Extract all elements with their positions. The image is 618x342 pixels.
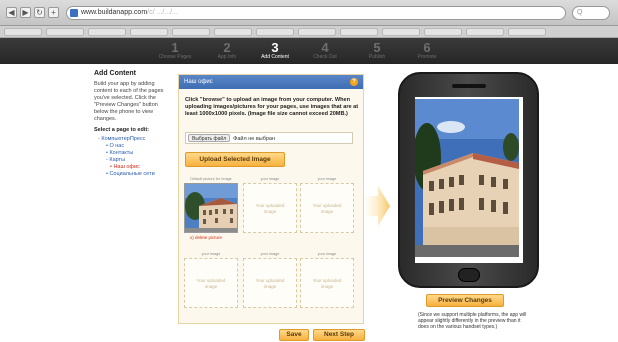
upload-selected-image-button[interactable]: Upload Selected Image [185, 152, 285, 167]
image-slot-placeholder: Your uploaded image [312, 203, 342, 214]
add-bookmark-button[interactable]: + [48, 7, 59, 18]
current-image-caption: Default picture for Image [190, 177, 232, 181]
step-label: App Info [217, 54, 237, 60]
preview-changes-button[interactable]: Preview Changes [426, 294, 504, 307]
phone-screen [415, 97, 523, 263]
image-slot[interactable]: Your uploaded image [300, 183, 354, 233]
phone-home-button [458, 268, 480, 282]
page-tree-item[interactable]: - Карты [94, 157, 172, 164]
save-button[interactable]: Save [279, 329, 309, 341]
image-slot-placeholder: Your uploaded image [255, 203, 285, 214]
bookmark-item[interactable] [130, 28, 168, 36]
page-tree-item[interactable]: • Социальные сети [94, 171, 172, 178]
image-slot-caption: your image [201, 252, 221, 256]
arrow-right-icon [366, 186, 390, 226]
page-tree-item[interactable]: • Наш офис [94, 164, 172, 171]
page-tree-item[interactable]: • О нас [94, 143, 172, 150]
bookmark-item[interactable] [466, 28, 504, 36]
site-favicon-icon [70, 9, 78, 17]
step-number: 4 [321, 40, 329, 55]
bookmark-item[interactable] [382, 28, 420, 36]
bookmark-item[interactable] [508, 28, 546, 36]
image-slot[interactable]: Your uploaded image [184, 258, 238, 308]
help-icon[interactable]: ? [350, 78, 358, 86]
preview-note: (Since we support multiple platforms, th… [418, 312, 527, 330]
step-label: Check Out [313, 54, 337, 60]
bookmark-item[interactable] [4, 28, 42, 36]
step-label: Promote [417, 54, 437, 60]
bookmark-item[interactable] [298, 28, 336, 36]
step-label: Choose Pages [158, 54, 192, 60]
bookmark-item[interactable] [172, 28, 210, 36]
bookmark-item[interactable] [256, 28, 294, 36]
upload-instructions: Click "browse" to upload an image from y… [185, 97, 359, 117]
image-slot[interactable]: Your uploaded image [300, 258, 354, 308]
bookmark-item[interactable] [46, 28, 84, 36]
step-number: 1 [171, 40, 179, 55]
bookmarks-bar [0, 26, 618, 38]
add-content-sidebar: Add Content Build your app by adding con… [94, 70, 172, 178]
next-step-button[interactable]: Next Step [313, 329, 365, 341]
page-title: Add Content [94, 70, 136, 77]
panel-title: Наш офис [184, 79, 213, 85]
image-slot-caption: your image [260, 252, 280, 256]
instructions-text: Build your app by adding content to each… [94, 81, 164, 122]
image-slot[interactable]: Your uploaded image [243, 183, 297, 233]
building-preview-image [415, 97, 523, 263]
page-tree: - КомпьютерПресс • О нас • Контакты - Карты… [94, 136, 172, 178]
forward-button[interactable]: ▶ [20, 7, 31, 18]
address-bar[interactable]: www.buildanapp.com/c/ .../.../... [66, 6, 566, 20]
phone-preview [398, 72, 539, 288]
wizard-step[interactable]: 6 Promote [400, 41, 454, 61]
bookmark-item[interactable] [340, 28, 378, 36]
current-image-thumbnail[interactable] [184, 183, 238, 233]
file-status: Файл не выбран [233, 136, 275, 142]
delete-picture-link[interactable]: x) delete picture [190, 235, 222, 240]
image-slot-placeholder: Your uploaded image [312, 278, 342, 289]
address-url: www.buildanapp.com [81, 9, 148, 16]
step-number: 2 [223, 40, 231, 55]
back-button[interactable]: ◀ [6, 7, 17, 18]
reload-button[interactable]: ↻ [34, 7, 45, 18]
step-label: Publish [368, 54, 386, 60]
page-tree-item[interactable]: - КомпьютерПресс [94, 136, 172, 143]
image-slot-caption: your image [317, 252, 337, 256]
wizard-steps-bar: 1 Choose Pages 2 App Info 3 Add Content 4 Check… [0, 38, 618, 64]
file-input[interactable]: Выбрать файл Файл не выбран [185, 132, 353, 144]
step-number: 6 [423, 40, 431, 55]
wizard-step[interactable]: 4 Check Out [298, 41, 352, 61]
choose-file-button[interactable]: Выбрать файл [188, 134, 231, 142]
phone-speaker [452, 84, 486, 88]
search-input[interactable]: Q [572, 6, 610, 20]
browser-toolbar: ◀ ▶ ↻ + www.buildanapp.com/c/ .../.../..… [0, 0, 618, 26]
bookmark-item[interactable] [214, 28, 252, 36]
bookmark-item[interactable] [424, 28, 462, 36]
address-url-path: /c/ .../.../... [147, 9, 178, 16]
step-number: 5 [373, 40, 381, 55]
step-label: Add Content [261, 54, 289, 60]
image-slot-placeholder: Your uploaded image [255, 278, 285, 289]
wizard-step[interactable]: 1 Choose Pages [148, 41, 202, 61]
step-number: 3 [271, 40, 279, 55]
select-page-label: Select a page to edit: [94, 127, 150, 133]
image-slot[interactable]: Your uploaded image [243, 258, 297, 308]
wizard-step[interactable]: 5 Publish [350, 41, 404, 61]
image-slot-placeholder: Your uploaded image [196, 278, 226, 289]
building-photo-icon [185, 184, 237, 232]
bookmark-item[interactable] [88, 28, 126, 36]
wizard-step[interactable]: 2 App Info [200, 41, 254, 61]
panel-header: Наш офис ? [179, 75, 363, 89]
image-slot-caption: your image [317, 177, 337, 181]
page-tree-item[interactable]: • Контакты [94, 150, 172, 157]
image-slot-caption: your image [260, 177, 280, 181]
wizard-step[interactable]: 3 Add Content [248, 41, 302, 61]
